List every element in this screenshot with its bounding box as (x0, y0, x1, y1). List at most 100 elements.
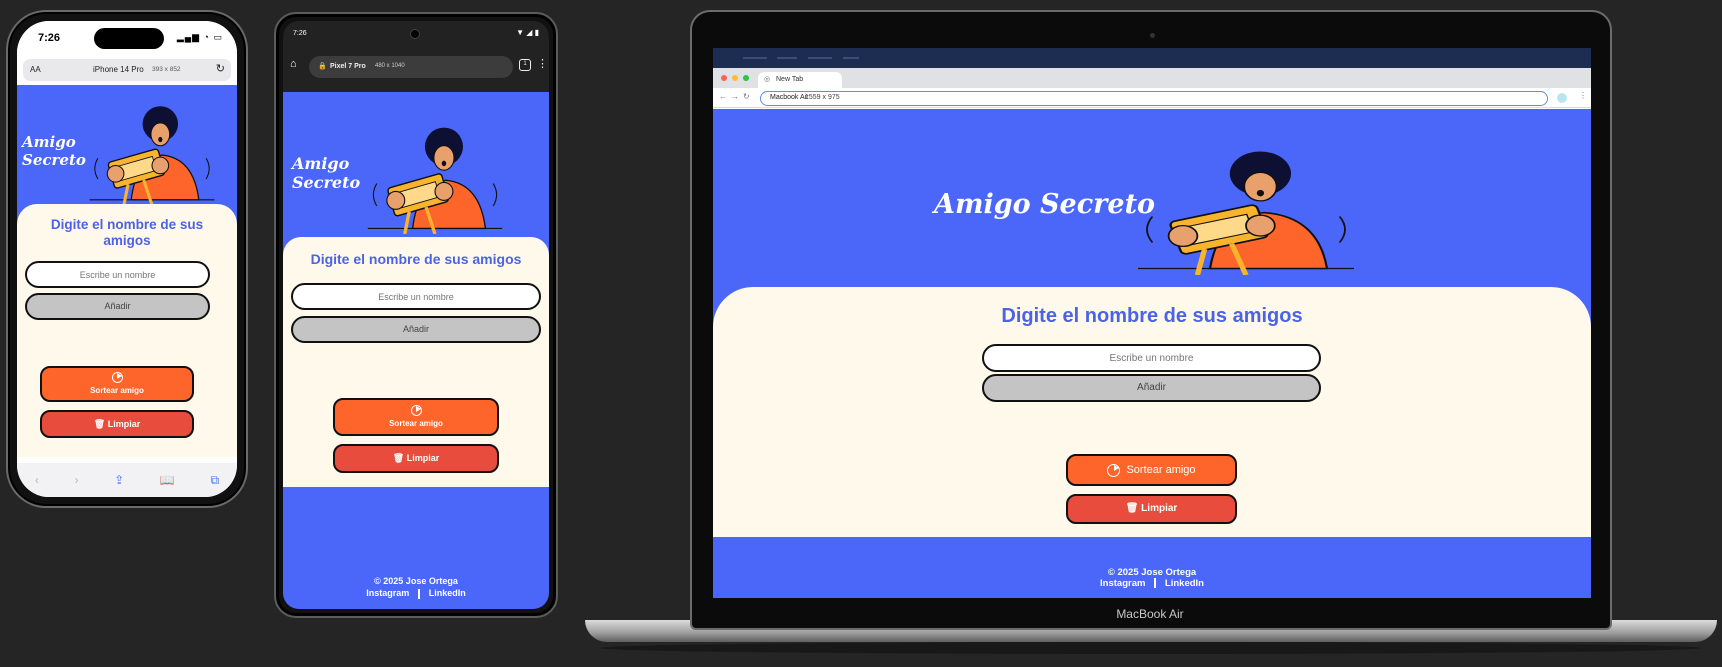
forward-icon[interactable]: › (75, 473, 79, 487)
tab-switcher-icon[interactable]: 1 (519, 59, 531, 71)
reset-button[interactable]: 🗑 Limpiar (333, 444, 499, 473)
wifi-battery-icon: ▼ ◢ ▮ (516, 28, 539, 37)
profile-avatar[interactable] (1557, 93, 1567, 103)
add-button[interactable]: Añadir (291, 316, 541, 343)
footer-divider (418, 588, 420, 599)
iphone-time: 7:26 (38, 32, 61, 44)
pixel-frame: 7:26 ▼ ◢ ▮ ⌂ 🔒 Pixel 7 Pro 480 x 1040 1 … (274, 12, 558, 618)
device-dimensions: 393 x 852 (152, 66, 181, 73)
browser-tab[interactable]: ◎ New Tab (758, 72, 842, 88)
maximize-window-icon[interactable] (743, 75, 749, 81)
draw-button-label: Sortear amigo (1126, 464, 1196, 476)
footer: © 2025 Jose Ortega Instagram LinkedIn (283, 575, 549, 599)
minimize-window-icon[interactable] (732, 75, 738, 81)
app-title-line-2: Secreto (292, 173, 361, 193)
pixel-time: 7:26 (293, 30, 307, 37)
footer-copyright: © 2025 Jose Ortega (374, 576, 458, 586)
iphone-screen: 7:26 ▂▄▆ ◔ ▭ AA iPhone 14 Pro 393 x 852 … (17, 21, 237, 497)
pixel-status-bar: 7:26 ▼ ◢ ▮ (283, 21, 549, 47)
pixel-webpage: Amigo Secreto Digite el nombre de sus am… (283, 92, 549, 609)
device-dimensions: 1559 x 975 (805, 94, 840, 101)
prompt-heading: Digite el nombre de sus amigos (50, 217, 204, 249)
hero-section: Amigo Secreto (713, 109, 1591, 289)
iphone-webpage: Amigo Secreto Digite el nombre de sus am… (17, 85, 237, 457)
reset-button[interactable]: 🗑 Limpiar (40, 410, 194, 438)
menu-item[interactable] (777, 57, 797, 59)
browser-toolbar: ←→↻ Macbook Air 1559 x 975 ⋮ (713, 88, 1591, 108)
play-circle-icon (111, 372, 123, 383)
name-input[interactable] (291, 283, 541, 310)
footer-copyright: © 2025 Jose Ortega (1107, 567, 1197, 578)
device-name: Pixel 7 Pro (330, 63, 366, 70)
bookmarks-icon[interactable]: 📖 (160, 473, 175, 487)
front-camera (410, 29, 420, 39)
app-title-line-1: Amigo (22, 133, 76, 151)
macbook-frame: ◎ New Tab ←→↻ Macbook Air 1559 x 975 ⋮ A… (690, 10, 1612, 630)
iphone-status-bar: 7:26 ▂▄▆ ◔ ▭ (17, 21, 237, 57)
linkedin-link[interactable]: LinkedIn (1165, 578, 1204, 589)
app-title: Amigo Secreto (22, 133, 86, 169)
draw-button-label: Sortear amigo (90, 386, 144, 395)
iphone-frame: 7:26 ▂▄▆ ◔ ▭ AA iPhone 14 Pro 393 x 852 … (6, 10, 248, 508)
laptop-shadow (600, 642, 1700, 654)
hero-section: Amigo Secreto (17, 85, 237, 215)
more-menu-icon[interactable]: ⋮ (537, 57, 548, 70)
home-icon[interactable]: ⌂ (290, 58, 297, 70)
name-input[interactable] (25, 261, 210, 288)
chrome-address-bar[interactable]: 🔒 Pixel 7 Pro 480 x 1040 (309, 56, 513, 78)
hero-section: Amigo Secreto (283, 92, 549, 234)
friends-card: Digite el nombre de sus amigos Añadir So… (713, 287, 1591, 537)
back-forward-reload-icon[interactable]: ←→↻ (719, 92, 754, 101)
app-title: Amigo Secreto (292, 154, 360, 192)
friends-card: Digite el nombre de sus amigos Añadir So… (283, 237, 549, 487)
name-input[interactable] (982, 344, 1321, 372)
dynamic-island (94, 28, 164, 49)
safari-bottom-toolbar: ‹ › ⇪ 📖 ⧉ (17, 463, 237, 497)
globe-icon: ◎ (764, 76, 771, 83)
gamer-illustration-icon (367, 127, 503, 234)
lock-icon: 🔒 (318, 63, 327, 70)
draw-friend-button[interactable]: Sortear amigo (1066, 454, 1237, 486)
instagram-link[interactable]: Instagram (1100, 578, 1145, 589)
linkedin-link[interactable]: LinkedIn (429, 588, 466, 598)
browser-tab-bar: ◎ New Tab (713, 68, 1591, 88)
gamer-illustration-icon (89, 106, 215, 205)
text-size-button[interactable]: AA (30, 65, 41, 74)
add-button[interactable]: Añadir (982, 374, 1321, 402)
draw-friend-button[interactable]: Sortear amigo (40, 366, 194, 402)
share-icon[interactable]: ⇪ (114, 473, 124, 487)
menu-item[interactable] (808, 57, 832, 59)
footer: © 2025 Jose Ortega Instagram LinkedIn (713, 567, 1591, 589)
macbook-screen: ◎ New Tab ←→↻ Macbook Air 1559 x 975 ⋮ A… (713, 48, 1591, 598)
close-window-icon[interactable] (721, 75, 727, 81)
tabs-icon[interactable]: ⧉ (211, 473, 220, 488)
reload-icon[interactable]: ↻ (216, 62, 225, 75)
play-circle-icon (1107, 463, 1121, 477)
reset-button[interactable]: 🗑 Limpiar (1066, 494, 1237, 524)
device-name: Macbook Air (770, 94, 809, 101)
app-title: Amigo Secreto (934, 189, 1156, 220)
laptop-model-label: MacBook Air (1116, 607, 1184, 621)
device-name: iPhone 14 Pro (93, 65, 144, 74)
more-menu-icon[interactable]: ⋮ (1579, 91, 1587, 100)
gamer-illustration-icon (1138, 151, 1354, 275)
mac-menu-bar (713, 48, 1591, 68)
draw-friend-button[interactable]: Sortear amigo (333, 398, 499, 436)
browser-address-bar[interactable]: Macbook Air 1559 x 975 (760, 91, 1548, 106)
menu-item[interactable] (743, 57, 767, 59)
device-dimensions: 480 x 1040 (375, 63, 405, 69)
menu-item[interactable] (843, 57, 859, 59)
friends-card: Digite el nombre de sus amigos Añadir So… (17, 204, 237, 457)
play-circle-icon (410, 405, 422, 416)
add-button[interactable]: Añadir (25, 293, 210, 320)
laptop-camera (1150, 33, 1155, 38)
signal-wifi-battery-icon: ▂▄▆ ◔ ▭ (176, 32, 223, 42)
app-title-line-1: Amigo (292, 154, 350, 173)
draw-button-label: Sortear amigo (389, 419, 443, 428)
safari-address-bar[interactable]: AA iPhone 14 Pro 393 x 852 ↻ (23, 59, 231, 81)
instagram-link[interactable]: Instagram (366, 588, 409, 598)
back-icon[interactable]: ‹ (35, 473, 39, 487)
tab-title: New Tab (776, 76, 804, 83)
prompt-heading: Digite el nombre de sus amigos (1001, 305, 1303, 327)
macbook-webpage: Amigo Secreto Digite el nombre de sus am… (713, 109, 1591, 598)
